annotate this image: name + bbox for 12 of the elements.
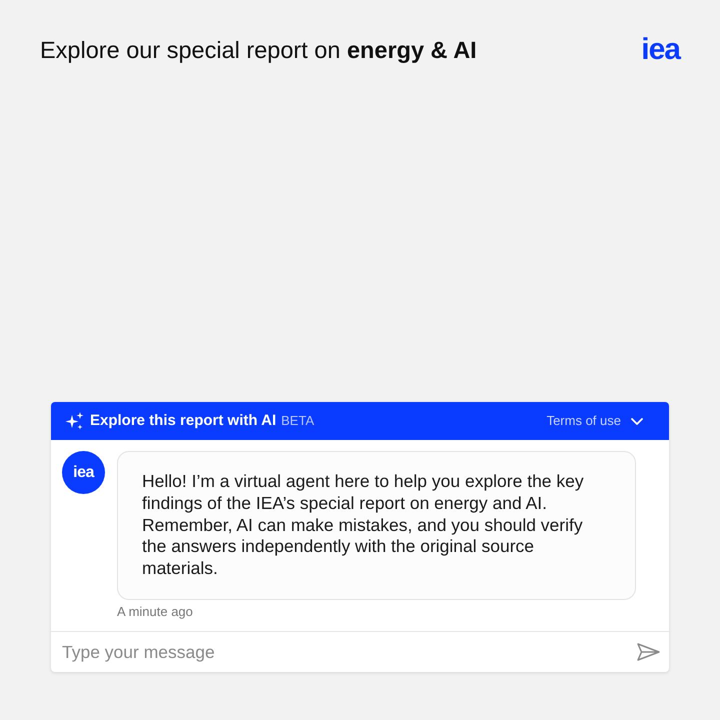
chevron-down-icon: [631, 418, 643, 425]
send-icon: [636, 643, 660, 661]
agent-avatar: iea: [62, 451, 105, 494]
sparkle-icon: [65, 412, 84, 431]
logo: iea: [641, 35, 680, 65]
message-time: A minute ago: [117, 603, 193, 621]
message-input[interactable]: Type your message: [62, 635, 635, 669]
page-title: Explore our special report on energy & AI: [40, 36, 477, 65]
terms-of-use-button[interactable]: Terms of use: [546, 411, 643, 431]
message-text: Hello! I’m a virtual agent here to help you explore the key findings of the IEA’s special report on energy and AI. Remember, AI can make mistakes, and you should verify the answers independently with the original source materials.: [142, 471, 585, 580]
chat-title: Explore this report with AI: [90, 410, 276, 431]
beta-label: BETA: [281, 412, 314, 430]
